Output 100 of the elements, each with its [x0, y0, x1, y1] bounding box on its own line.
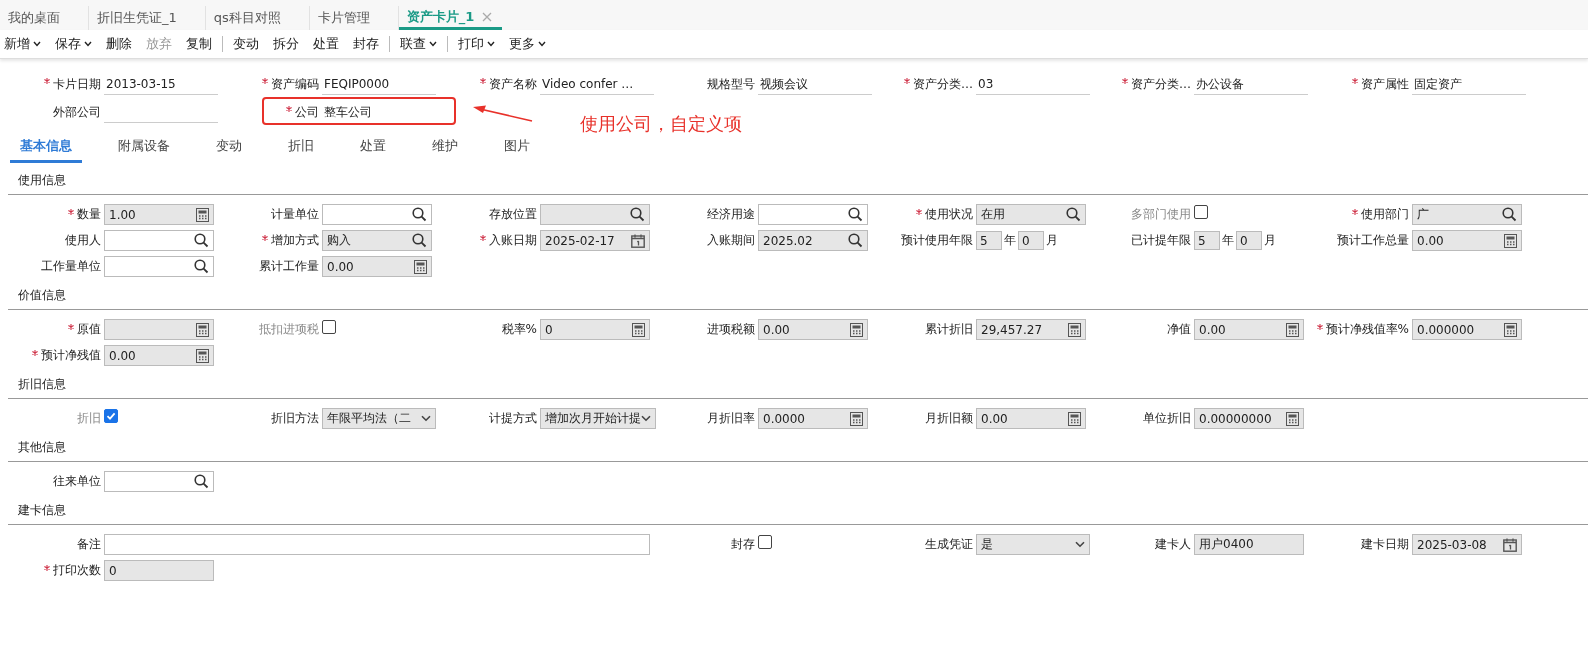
- calculator-icon[interactable]: [1068, 411, 1081, 426]
- calculator-icon[interactable]: [196, 348, 209, 363]
- input-field[interactable]: 0.00: [322, 256, 432, 277]
- input-field[interactable]: 0: [104, 560, 214, 581]
- chevron-down-icon[interactable]: [641, 415, 651, 422]
- search-icon[interactable]: [630, 207, 645, 222]
- input-field[interactable]: 0.00: [976, 408, 1086, 429]
- toolbar-button[interactable]: 变动: [229, 32, 269, 56]
- input-field[interactable]: 0: [1018, 231, 1044, 250]
- calculator-icon[interactable]: [850, 322, 863, 337]
- calculator-icon[interactable]: [1504, 322, 1517, 337]
- toolbar-button[interactable]: 处置: [309, 32, 349, 56]
- tab[interactable]: 我的桌面: [0, 6, 89, 30]
- calculator-icon[interactable]: [196, 207, 209, 222]
- input-field[interactable]: 2025-03-08: [1412, 534, 1522, 555]
- field-label: 备注: [77, 536, 101, 553]
- field-label: 资产分类…: [1131, 75, 1191, 93]
- input-field[interactable]: [540, 204, 650, 225]
- toolbar-button[interactable]: 新增: [0, 32, 51, 56]
- input-field[interactable]: 0: [540, 319, 650, 340]
- tab[interactable]: 附属设备: [108, 133, 180, 163]
- text-field[interactable]: 03: [976, 74, 1090, 95]
- input-field[interactable]: 广: [1412, 204, 1522, 225]
- text-field[interactable]: 2013-03-15: [104, 74, 218, 95]
- text-field[interactable]: FEQIP0000: [322, 74, 436, 95]
- input-field[interactable]: 用户0400: [1194, 534, 1304, 555]
- input-field[interactable]: [104, 230, 214, 251]
- toolbar-button[interactable]: 联查: [396, 36, 448, 52]
- input-field[interactable]: [322, 204, 432, 225]
- tab[interactable]: 维护: [422, 133, 468, 163]
- input-field[interactable]: 购入: [322, 230, 432, 251]
- dropdown[interactable]: 增加次月开始计提: [540, 408, 656, 429]
- input-field[interactable]: 0.0000: [758, 408, 868, 429]
- input-field[interactable]: [104, 471, 214, 492]
- text-field[interactable]: 整车公司: [322, 102, 436, 123]
- input-field[interactable]: 0.00: [1194, 319, 1304, 340]
- text-field[interactable]: 视频会议: [758, 74, 872, 95]
- input-field[interactable]: 5: [976, 231, 1002, 250]
- tab[interactable]: 图片: [494, 133, 540, 163]
- toolbar-button[interactable]: 保存: [51, 32, 102, 56]
- text-field[interactable]: Video confer …: [540, 74, 654, 95]
- tab[interactable]: 基本信息: [10, 133, 82, 163]
- input-field[interactable]: 0.000000: [1412, 319, 1522, 340]
- tab[interactable]: 折旧生凭证_1: [89, 6, 206, 30]
- input-field[interactable]: 2025.02: [758, 230, 868, 251]
- calculator-icon[interactable]: [850, 411, 863, 426]
- input-field[interactable]: [104, 256, 214, 277]
- text-field[interactable]: 固定资产: [1412, 74, 1526, 95]
- tab[interactable]: qs科目对照: [205, 6, 310, 30]
- toolbar-button[interactable]: 封存: [349, 36, 390, 52]
- toolbar-button[interactable]: 删除: [102, 32, 142, 56]
- calculator-icon[interactable]: [414, 259, 427, 274]
- search-icon[interactable]: [412, 233, 427, 248]
- search-icon[interactable]: [194, 233, 209, 248]
- search-icon[interactable]: [848, 233, 863, 248]
- calendar-icon[interactable]: [1503, 537, 1517, 552]
- input-field[interactable]: 0: [1236, 231, 1262, 250]
- dropdown[interactable]: 年限平均法（二: [322, 408, 436, 429]
- chevron-down-icon[interactable]: [421, 415, 431, 422]
- tab[interactable]: 变动: [206, 133, 252, 163]
- toolbar-button[interactable]: 更多: [505, 32, 556, 56]
- calculator-icon[interactable]: [1286, 411, 1299, 426]
- input-field[interactable]: 5: [1194, 231, 1220, 250]
- search-icon[interactable]: [1502, 207, 1517, 222]
- tab[interactable]: 卡片管理: [309, 6, 399, 30]
- text-field[interactable]: 办公设备: [1194, 74, 1308, 95]
- calculator-icon[interactable]: [1286, 322, 1299, 337]
- tab[interactable]: 处置: [350, 133, 396, 163]
- annotation-text: 使用公司，自定义项: [580, 112, 742, 136]
- toolbar-button[interactable]: 打印: [454, 32, 505, 56]
- calculator-icon[interactable]: [1068, 322, 1081, 337]
- input-field[interactable]: 1.00: [104, 204, 214, 225]
- calculator-icon[interactable]: [196, 322, 209, 337]
- toolbar-button[interactable]: 拆分: [269, 32, 309, 56]
- dropdown[interactable]: 是: [976, 534, 1090, 555]
- input-field[interactable]: [104, 319, 214, 340]
- search-icon[interactable]: [194, 259, 209, 274]
- input-field[interactable]: 0.00: [1412, 230, 1522, 251]
- input-field[interactable]: 在用: [976, 204, 1086, 225]
- input-field[interactable]: 29,457.27: [976, 319, 1086, 340]
- input-field[interactable]: [758, 204, 868, 225]
- search-icon[interactable]: [412, 207, 427, 222]
- search-icon[interactable]: [194, 474, 209, 489]
- chevron-down-icon[interactable]: [1075, 541, 1085, 548]
- tab[interactable]: 折旧: [278, 133, 324, 163]
- calculator-icon[interactable]: [1504, 233, 1517, 248]
- toolbar-button[interactable]: 复制: [182, 36, 223, 52]
- input-field[interactable]: 0.00000000: [1194, 408, 1304, 429]
- calendar-icon[interactable]: [631, 233, 645, 248]
- search-icon[interactable]: [1066, 207, 1081, 222]
- calculator-icon[interactable]: [632, 322, 645, 337]
- field-label: 使用部门: [1361, 206, 1409, 223]
- input-field[interactable]: 0.00: [104, 345, 214, 366]
- required-icon: [1352, 208, 1358, 215]
- input-field[interactable]: 2025-02-17: [540, 230, 650, 251]
- search-icon[interactable]: [848, 207, 863, 222]
- checkbox[interactable]: [758, 534, 772, 549]
- input-field[interactable]: [104, 534, 650, 555]
- input-field[interactable]: 0.00: [758, 319, 868, 340]
- field-label: 生成凭证: [925, 536, 973, 553]
